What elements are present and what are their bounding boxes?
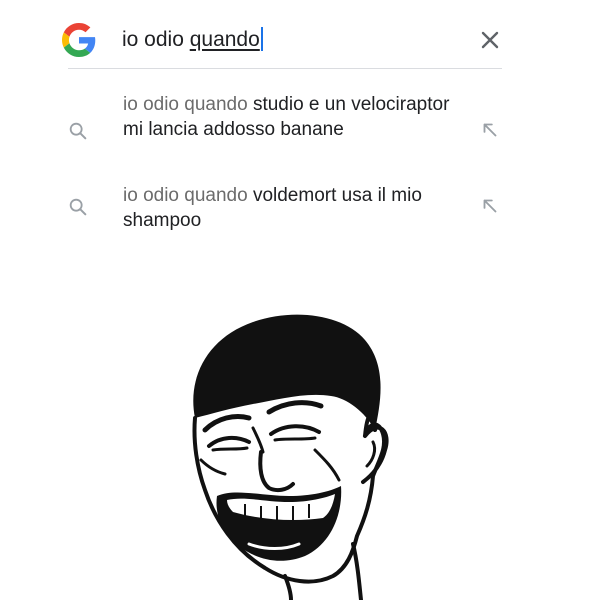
search-icon <box>69 198 87 216</box>
search-icon <box>69 122 87 140</box>
google-g-icon <box>62 23 96 57</box>
text-caret <box>260 27 263 51</box>
arrow-up-left-icon[interactable] <box>479 119 501 141</box>
query-current-word: quando <box>189 28 260 51</box>
search-divider <box>68 68 502 69</box>
suggestion-prefix: io odio quando <box>123 185 248 206</box>
suggestion-item[interactable]: io odio quando studio e un velociraptor … <box>0 92 600 170</box>
search-bar: io odio quando <box>0 0 600 70</box>
suggestion-text: io odio quando voldemort usa il mio sham… <box>123 183 468 233</box>
suggestion-prefix: io odio quando <box>123 94 248 115</box>
close-icon[interactable] <box>478 28 502 52</box>
search-input[interactable]: io odio quando <box>122 27 263 53</box>
query-prefix: io odio <box>122 28 190 51</box>
laughing-meme-face <box>192 314 389 600</box>
suggestion-text: io odio quando studio e un velociraptor … <box>123 92 468 142</box>
suggestion-item[interactable]: io odio quando voldemort usa il mio sham… <box>0 183 600 238</box>
arrow-up-left-icon[interactable] <box>479 195 501 217</box>
